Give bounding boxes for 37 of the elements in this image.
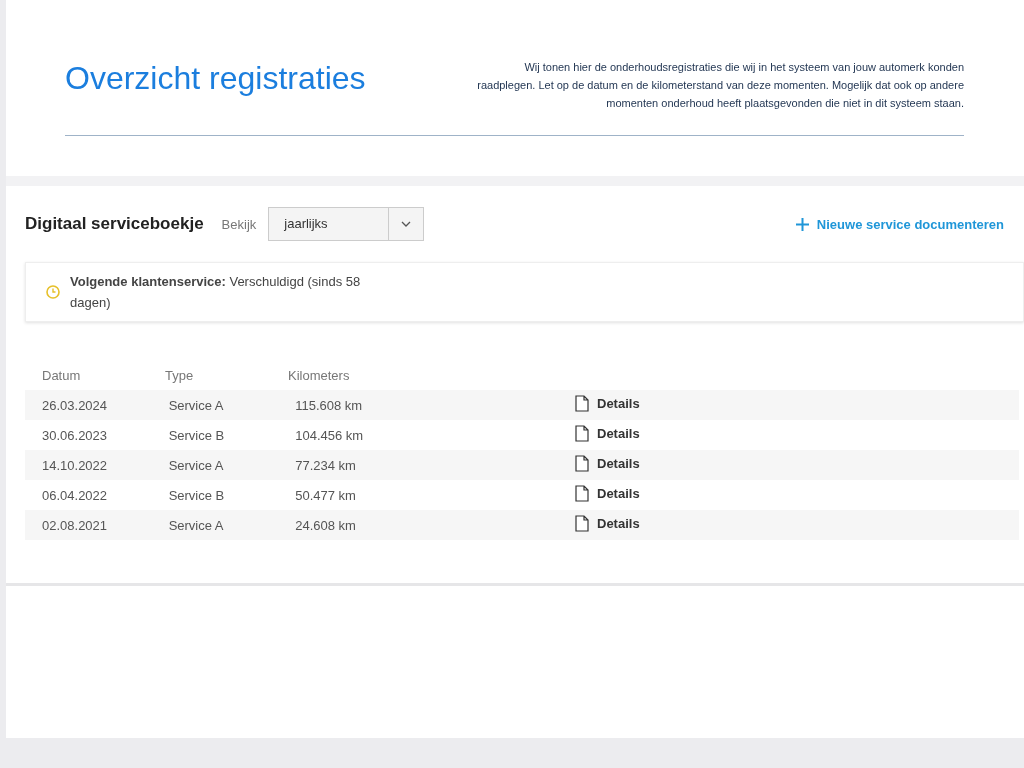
date-cell: 30.06.2023 xyxy=(25,420,148,450)
section-title: Digitaal serviceboekje xyxy=(25,214,204,234)
type-cell: Service A xyxy=(148,510,271,540)
notice-text: Volgende klantenservice: Verschuldigd (sinds 58 dagen) xyxy=(70,273,362,312)
km-cell: 104.456 km xyxy=(271,420,558,450)
date-cell: 26.03.2024 xyxy=(25,390,148,420)
document-icon xyxy=(575,455,589,472)
km-cell: 77.234 km xyxy=(271,450,558,480)
type-cell: Service A xyxy=(148,390,271,420)
description-text: Wij tonen hier de onderhoudsregistraties die wij in het systeem van jouw automerk konden raadplegen. Let op de datum en de kilometerstand van deze momenten. Mogelijk dat ook op andere momenten onderhoud heeft plaatsgevonden die niet in dit systeem staan. xyxy=(476,60,964,111)
column-header: Datum xyxy=(25,360,148,390)
date-cell: 02.08.2021 xyxy=(25,510,148,540)
km-cell: 24.608 km xyxy=(271,510,558,540)
document-icon xyxy=(575,425,589,442)
type-cell: Service B xyxy=(148,480,271,510)
type-cell: Service A xyxy=(148,450,271,480)
plus-icon xyxy=(795,217,809,231)
chevron-down-icon xyxy=(401,221,412,227)
date-cell: 14.10.2022 xyxy=(25,450,148,480)
document-icon xyxy=(575,395,589,412)
document-icon xyxy=(575,485,589,502)
details-link[interactable]: Details xyxy=(575,485,640,502)
details-link[interactable]: Details xyxy=(575,395,640,412)
type-cell: Service B xyxy=(148,420,271,450)
km-cell: 115.608 km xyxy=(271,390,558,420)
details-link[interactable]: Details xyxy=(575,455,640,472)
km-cell: 50.477 km xyxy=(271,480,558,510)
clock-icon xyxy=(46,285,60,299)
date-cell: 06.04.2022 xyxy=(25,480,148,510)
view-select[interactable]: jaarlijks xyxy=(268,207,425,241)
details-link[interactable]: Details xyxy=(575,515,640,532)
document-icon xyxy=(575,515,589,532)
view-label: Bekijk xyxy=(221,216,257,232)
column-header: Type xyxy=(148,360,271,390)
column-header: Kilometers xyxy=(271,360,558,390)
page-title: Overzicht registraties xyxy=(65,60,366,97)
details-link[interactable]: Details xyxy=(575,425,640,442)
